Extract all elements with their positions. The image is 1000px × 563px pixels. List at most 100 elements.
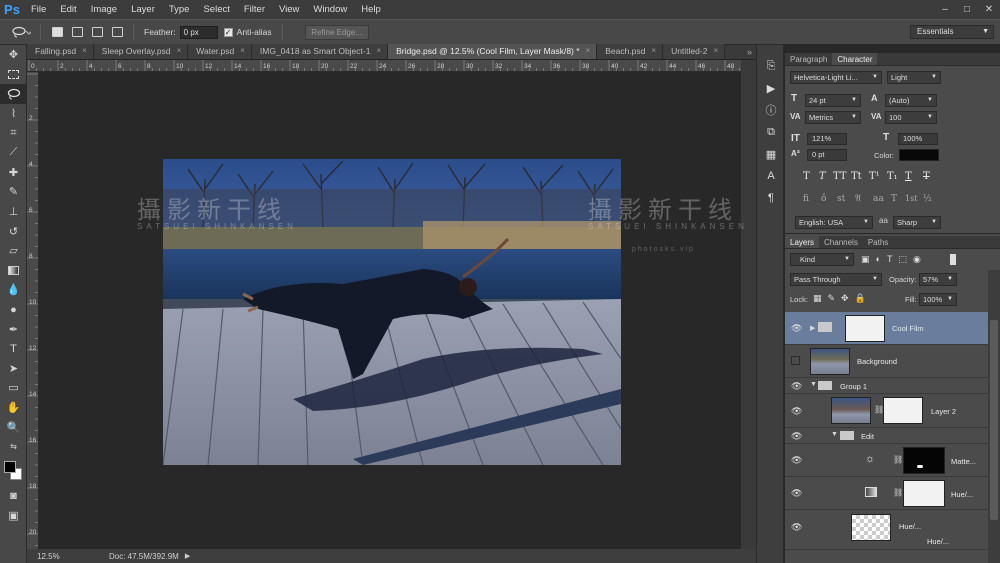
workspace-select[interactable]: Essentials ▼ [910, 25, 994, 39]
tab-bridge[interactable]: Bridge.psd @ 12.5% (Cool Film, Layer Mas… [388, 44, 598, 59]
tab-paragraph[interactable]: Paragraph [785, 53, 832, 65]
hand-tool-icon[interactable]: ✋ [0, 398, 27, 418]
visibility-toggle-empty[interactable] [791, 356, 800, 365]
layer-row-group-1[interactable]: 👁 ▼ Group 1 [785, 378, 988, 394]
layer-filter-select[interactable]: Kind ▼ [790, 253, 854, 266]
quick-mask-icon[interactable]: ◙ [0, 486, 27, 506]
font-style-select[interactable]: Light ▼ [887, 71, 941, 84]
expand-arrow-icon[interactable]: ▶ [810, 324, 815, 332]
layer-name[interactable]: Cool Film [892, 324, 924, 333]
type-tool-icon[interactable]: T [0, 339, 27, 359]
layer-name[interactable]: Hue/... [899, 522, 921, 531]
paragraph-panel-icon[interactable]: ¶ [757, 187, 785, 209]
underline-button[interactable]: T [905, 171, 912, 182]
menu-image[interactable]: Image [84, 0, 124, 19]
new-selection-icon[interactable] [49, 25, 65, 39]
layer-name[interactable]: Hue/... [951, 490, 973, 499]
discretionary-ligatures-button[interactable]: st [837, 194, 845, 204]
intersect-selection-icon[interactable] [109, 25, 125, 39]
actions-play-icon[interactable]: ▶ [757, 77, 785, 99]
tab-untitled-2[interactable]: Untitled-2 × [663, 44, 726, 59]
refine-edge-button[interactable]: Refine Edge... [304, 24, 369, 40]
font-family-select[interactable]: Helvetica-Light Li... ▼ [790, 71, 882, 84]
close-icon[interactable]: × [713, 44, 718, 59]
tab-sleep-overlay[interactable]: Sleep Overlay.psd × [93, 44, 189, 59]
expand-arrow-icon[interactable]: ▼ [810, 381, 817, 388]
history-icon[interactable]: ⎘ [757, 55, 785, 77]
tab-overflow-icon[interactable]: » [743, 45, 756, 59]
screen-mode-icon[interactable]: ▣ [0, 506, 27, 526]
leading-select[interactable]: (Auto) ▼ [885, 94, 937, 107]
ordinals-button[interactable]: 1st [905, 194, 917, 203]
language-select[interactable]: English: USA ▼ [795, 216, 873, 229]
close-icon[interactable]: × [376, 44, 381, 59]
feather-input[interactable]: 0 px [179, 25, 218, 39]
blur-tool-icon[interactable]: 💧 [0, 280, 27, 300]
clone-source-icon[interactable]: ⧉ [757, 121, 785, 143]
visibility-eye-icon[interactable]: 👁 [791, 455, 802, 466]
layer-name[interactable]: Edit [861, 432, 874, 441]
swash-button[interactable]: 𝔄 [855, 194, 861, 204]
close-icon[interactable]: × [586, 44, 591, 59]
link-chain-icon[interactable]: ⛓ [893, 488, 903, 497]
visibility-eye-icon[interactable]: 👁 [791, 406, 802, 417]
all-caps-button[interactable]: TT [833, 171, 847, 182]
quick-selection-tool-icon[interactable]: ⌇ [0, 104, 27, 124]
add-selection-icon[interactable] [69, 25, 85, 39]
layer-name[interactable]: Layer 2 [931, 407, 956, 416]
opacity-input[interactable]: 57% ▼ [919, 273, 957, 286]
layer-row-hue-2[interactable]: 👁 Hue/... Hue/... [785, 510, 988, 550]
close-icon[interactable]: × [82, 44, 87, 59]
small-caps-button[interactable]: Tt [851, 171, 862, 182]
text-color-swatch[interactable] [899, 149, 939, 161]
layers-scrollbar-thumb[interactable] [990, 320, 998, 520]
healing-brush-icon[interactable]: ✚ [0, 163, 27, 183]
tab-img-0418[interactable]: IMG_0418 as Smart Object-1 × [251, 44, 389, 59]
baseline-shift-input[interactable]: 0 pt [807, 149, 847, 161]
menu-type[interactable]: Type [162, 0, 197, 19]
brush-tool-icon[interactable]: ✎ [0, 182, 27, 202]
eyedropper-tool-icon[interactable]: ⟋ [0, 143, 27, 163]
layer-row-layer-2[interactable]: 👁 ⛓ Layer 2 [785, 394, 988, 428]
menu-layer[interactable]: Layer [124, 0, 162, 19]
visibility-eye-icon[interactable]: 👁 [791, 431, 802, 442]
visibility-eye-icon[interactable]: 👁 [791, 323, 802, 334]
filter-toggle-icon[interactable] [950, 254, 956, 265]
layer-row-background[interactable]: Background [785, 345, 988, 378]
color-swatches[interactable] [0, 456, 27, 486]
tab-water[interactable]: Water.psd × [188, 44, 252, 59]
status-menu-icon[interactable]: ▶ [185, 552, 190, 560]
menu-filter[interactable]: Filter [237, 0, 272, 19]
layer-row-cool-film[interactable]: 👁 ▶ Cool Film [785, 312, 988, 345]
visibility-eye-icon[interactable]: 👁 [791, 381, 802, 392]
tracking-select[interactable]: 100 ▼ [885, 111, 937, 124]
layer-mask-thumbnail[interactable] [845, 315, 885, 342]
canvas-scrollbar[interactable] [741, 60, 756, 549]
lasso-preset-icon[interactable] [10, 25, 32, 39]
shape-tool-icon[interactable]: ▭ [0, 378, 27, 398]
stylistic-alternates-button[interactable]: aa [873, 194, 884, 204]
clone-stamp-icon[interactable]: ⊥ [0, 202, 27, 222]
faux-bold-button[interactable]: T [803, 171, 810, 182]
character-panel-icon[interactable]: A [757, 165, 785, 187]
zoom-tool-icon[interactable]: 🔍 [0, 417, 27, 437]
fractions-button[interactable]: ½ [923, 194, 932, 204]
tab-character[interactable]: Character [832, 53, 878, 65]
minimize-button[interactable]: – [934, 0, 956, 19]
layer-name[interactable]: Background [857, 357, 897, 366]
link-chain-icon[interactable]: ⛓ [893, 455, 903, 464]
antialias-checkbox[interactable]: ✓ [223, 27, 233, 37]
path-selection-icon[interactable]: ➤ [0, 359, 27, 379]
layer-filter-icons[interactable]: ▣◐T⬚◉ [861, 254, 927, 265]
menu-edit[interactable]: Edit [53, 0, 83, 19]
marquee-tool-icon[interactable] [0, 65, 27, 85]
subscript-button[interactable]: T₁ [887, 171, 898, 182]
crop-tool-icon[interactable]: ⌗ [0, 123, 27, 143]
maximize-button[interactable]: □ [956, 0, 978, 19]
tab-channels[interactable]: Channels [819, 236, 863, 248]
menu-window[interactable]: Window [306, 0, 354, 19]
layer-mask-thumbnail[interactable] [883, 397, 923, 424]
layer-name[interactable]: Group 1 [840, 382, 867, 391]
close-icon[interactable]: × [177, 44, 182, 59]
layer-mask-thumbnail[interactable] [903, 447, 945, 474]
